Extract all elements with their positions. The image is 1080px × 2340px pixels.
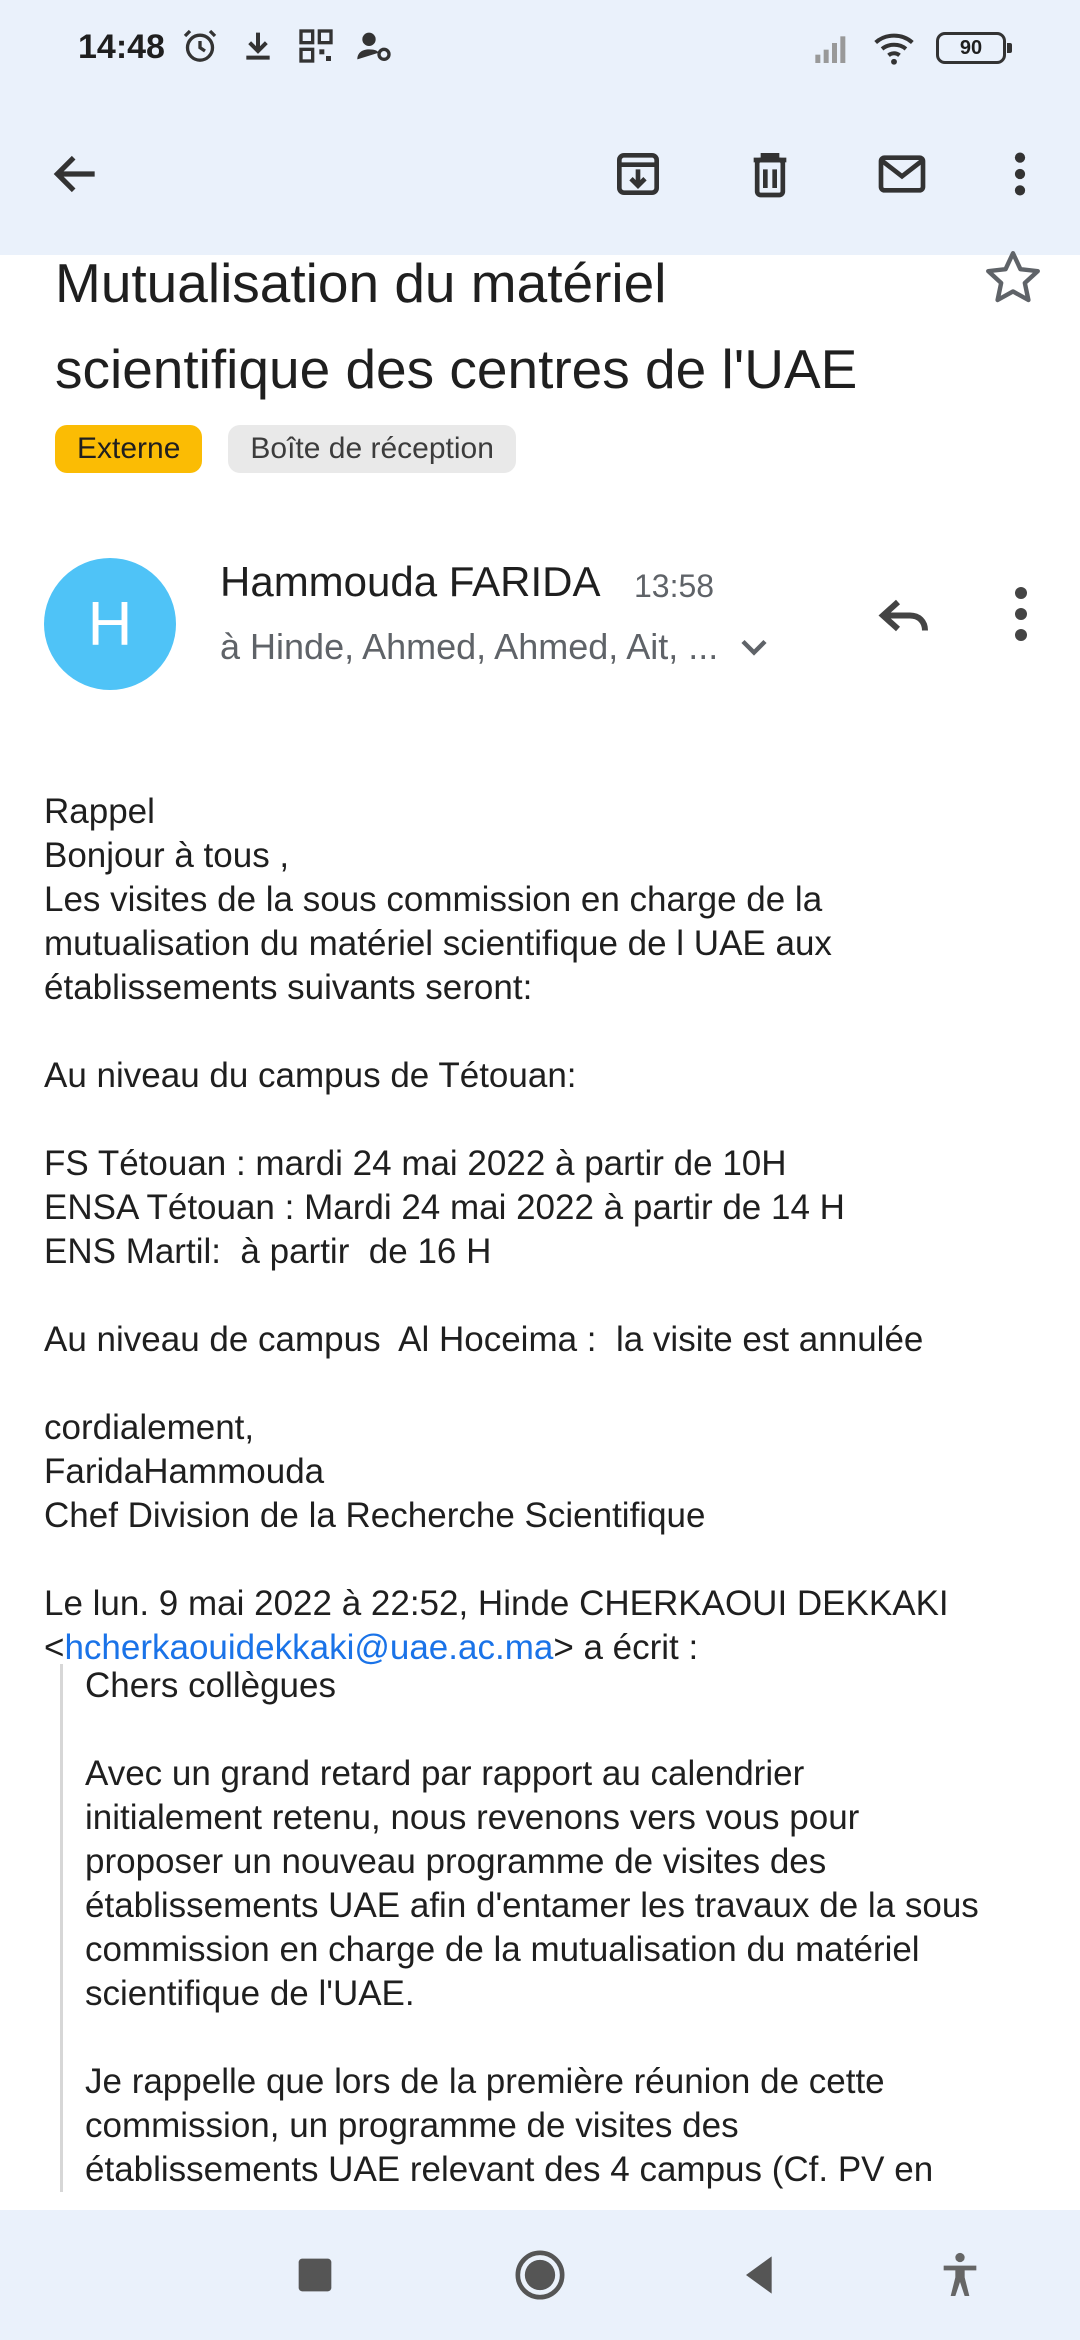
body-line: mutualisation du matériel scientifique d… <box>44 924 832 963</box>
status-left-icons <box>180 26 394 66</box>
nav-back-button[interactable] <box>725 2240 795 2310</box>
quote-line: Je rappelle que lors de la première réun… <box>85 2062 885 2101</box>
trash-icon <box>753 153 787 198</box>
body-line: ENSA Tétouan : Mardi 24 mai 2022 à parti… <box>44 1188 845 1227</box>
back-arrow-icon <box>53 155 95 193</box>
status-bar: 14:48 90 <box>0 0 1080 100</box>
more-options-button[interactable] <box>980 134 1060 214</box>
more-vert-icon <box>1014 152 1026 196</box>
sender-email-link[interactable]: hcherkaouidekkaki@uae.ac.ma <box>64 1628 553 1667</box>
delete-button[interactable] <box>730 134 810 214</box>
system-navigation-bar <box>0 2210 1080 2340</box>
body-blank <box>44 1098 1044 1142</box>
label-inbox[interactable]: Boîte de réception <box>228 425 516 473</box>
body-line: établissements suivants seront: <box>44 968 533 1007</box>
body-line: Rappel <box>44 792 155 831</box>
subject-line-2: scientifique des centres de l'UAE <box>55 338 858 400</box>
quoted-text: Chers collègues Avec un grand retard par… <box>60 1664 1050 2192</box>
mail-icon <box>878 155 926 193</box>
subject-line-1: Mutualisation du matériel <box>55 252 667 314</box>
quote-line: Avec un grand retard par rapport au cale… <box>85 1754 805 1793</box>
square-icon <box>298 2258 332 2292</box>
wrote-suffix: > a écrit : <box>553 1628 699 1667</box>
body-line: Le lun. 9 mai 2022 à 22:52, Hinde CHERKA… <box>44 1584 949 1623</box>
chevron-down-icon <box>741 639 767 656</box>
body-line: Chef Division de la Recherche Scientifiq… <box>44 1496 706 1535</box>
sender-name[interactable]: Hammouda FARIDA <box>220 558 600 606</box>
sender-time: 13:58 <box>634 568 715 604</box>
quote-line: initialement retenu, nous revenons vers … <box>85 1798 860 1837</box>
quote-line: scientifique de l'UAE. <box>85 1974 415 2013</box>
status-right: 90 <box>812 26 1012 70</box>
label-external[interactable]: Externe <box>55 425 203 473</box>
quote-line: établissements UAE relevant des 4 campus… <box>85 2150 934 2189</box>
body-line: Au niveau du campus de Tétouan: <box>44 1056 577 1095</box>
star-icon[interactable] <box>980 245 1046 311</box>
body-line: cordialement, <box>44 1408 255 1447</box>
home-circle-icon <box>515 2250 565 2300</box>
back-button[interactable] <box>36 134 116 214</box>
archive-button[interactable] <box>598 134 678 214</box>
accessibility-button[interactable] <box>925 2240 995 2310</box>
home-button[interactable] <box>505 2240 575 2310</box>
body-line: Au niveau de campus Al Hoceima : la visi… <box>44 1320 924 1359</box>
email-body: Rappel Bonjour à tous , Les visites de l… <box>44 790 1044 1670</box>
body-blank <box>44 1274 1044 1318</box>
quote-line: proposer un nouveau programme de visites… <box>85 1842 827 1881</box>
quote-blank <box>85 1708 1050 1752</box>
download-icon <box>246 32 270 60</box>
back-triangle-icon <box>746 2256 772 2294</box>
recipients-text: à Hinde, Ahmed, Ahmed, Ait, ... <box>220 626 719 667</box>
body-line: Bonjour à tous , <box>44 836 290 875</box>
quote-blank <box>85 2016 1050 2060</box>
archive-icon <box>617 153 659 195</box>
body-line: FaridaHammouda <box>44 1452 325 1491</box>
status-time: 14:48 <box>78 28 165 66</box>
signal-icon <box>815 36 846 63</box>
label-row: Externe Boîte de réception <box>55 425 516 473</box>
body-line: FS Tétouan : mardi 24 mai 2022 à partir … <box>44 1144 787 1183</box>
body-line: ENS Martil: à partir de 16 H <box>44 1232 492 1271</box>
body-blank <box>44 1362 1044 1406</box>
qr-icon <box>299 29 333 63</box>
recipients-toggle[interactable]: à Hinde, Ahmed, Ahmed, Ait, ... <box>220 625 776 669</box>
email-subject: Mutualisation du matériel scientifique d… <box>55 240 975 412</box>
recents-button[interactable] <box>280 2240 350 2310</box>
accessibility-icon <box>943 2252 977 2296</box>
quote-line: commission, un programme de visites des <box>85 2106 739 2145</box>
mark-unread-button[interactable] <box>862 134 942 214</box>
user-settings-icon <box>357 32 391 61</box>
avatar[interactable]: H <box>44 558 176 690</box>
battery-level: 90 <box>959 36 983 59</box>
quote-line: établissements UAE afin d'entamer les tr… <box>85 1886 979 1925</box>
message-more-icon[interactable] <box>985 578 1057 650</box>
body-line: Les visites de la sous commission en cha… <box>44 880 823 919</box>
battery-icon: 90 <box>936 32 1012 64</box>
quote-line: Chers collègues <box>85 1666 336 1705</box>
alarm-icon <box>183 29 217 62</box>
body-blank <box>44 1538 1044 1582</box>
email-toolbar <box>0 100 1080 255</box>
wrote-prefix: < <box>44 1628 65 1667</box>
quote-line: commission en charge de la mutualisation… <box>85 1930 920 1969</box>
body-blank <box>44 1010 1044 1054</box>
wifi-icon <box>874 33 914 65</box>
reply-icon[interactable] <box>868 578 940 650</box>
